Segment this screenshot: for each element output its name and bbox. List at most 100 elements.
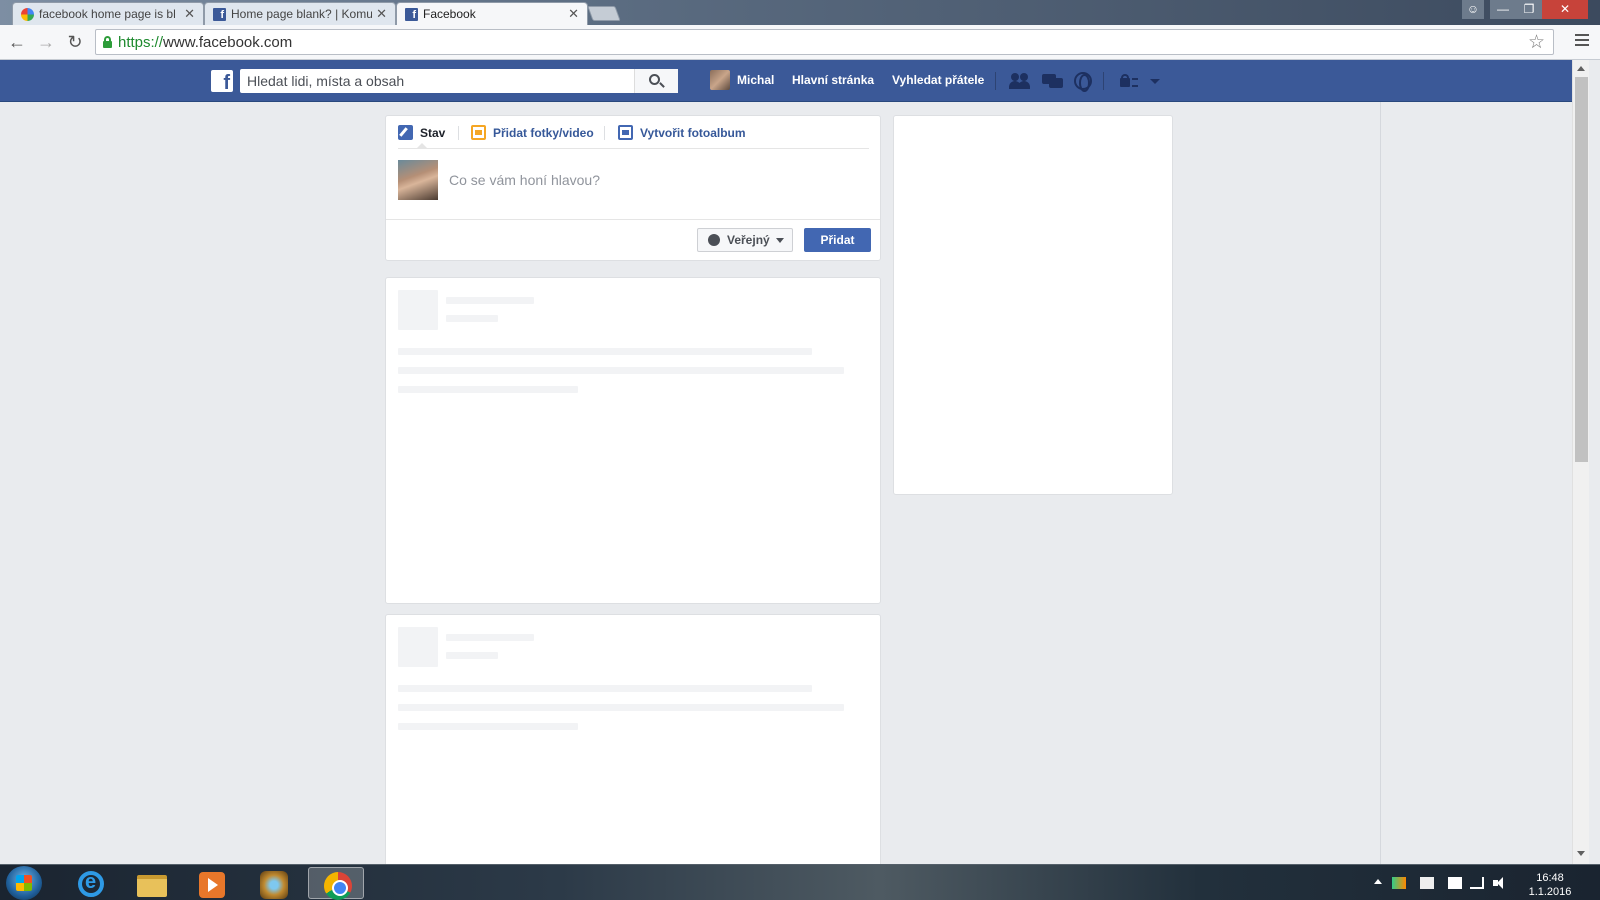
taskbar-hearthstone[interactable] xyxy=(245,867,301,899)
globe-icon xyxy=(708,234,720,246)
tab-komunita[interactable]: f Home page blank? | Komu ✕ xyxy=(204,2,396,25)
clock-time: 16:48 xyxy=(1536,872,1564,884)
tab-album-label: Vytvořit fotoalbum xyxy=(640,125,746,140)
scroll-down-icon[interactable] xyxy=(1577,851,1585,856)
composer-avatar xyxy=(398,160,438,200)
photo-icon xyxy=(471,125,486,140)
profile-link[interactable]: Michal xyxy=(737,73,774,87)
tab-title: Facebook xyxy=(423,7,476,21)
tab-search-results[interactable]: facebook home page is bl ✕ xyxy=(12,2,204,25)
facebook-favicon-icon: f xyxy=(213,7,226,21)
chevron-down-icon xyxy=(775,237,784,243)
divider xyxy=(1380,102,1381,864)
tab-create-album[interactable]: Vytvořit fotoalbum xyxy=(618,125,746,140)
pencil-icon xyxy=(398,125,413,140)
status-input[interactable]: Co se vám honí hlavou? xyxy=(449,172,600,188)
tab-add-photo-video[interactable]: Přidat fotky/video xyxy=(471,125,594,140)
windows-taskbar: 16:48 1.1.2016 xyxy=(0,864,1600,900)
search-input[interactable] xyxy=(240,69,640,93)
start-button[interactable] xyxy=(6,866,42,900)
forward-arrow-icon[interactable]: → xyxy=(35,31,57,53)
skeleton-line xyxy=(446,652,498,659)
volume-icon[interactable] xyxy=(1493,877,1507,889)
close-tab-icon[interactable]: ✕ xyxy=(568,6,579,22)
facebook-top-bar: f Michal Hlavní stránka Vyhledat přátele xyxy=(0,60,1572,102)
skeleton-line xyxy=(446,634,534,641)
account-menu-caret-icon[interactable] xyxy=(1150,79,1160,84)
network-signal-icon[interactable] xyxy=(1470,877,1484,889)
search-box xyxy=(240,69,678,93)
tray-app-icon[interactable] xyxy=(1392,877,1406,889)
divider xyxy=(604,126,605,140)
taskbar-media-player[interactable] xyxy=(184,867,240,899)
skeleton-line xyxy=(446,297,534,304)
new-tab-button[interactable] xyxy=(587,6,621,21)
tab-photo-label: Přidat fotky/video xyxy=(493,125,594,140)
friends-icon[interactable] xyxy=(1009,72,1031,90)
close-window-icon[interactable]: ✕ xyxy=(1542,0,1588,19)
browser-toolbar: ← → ↻ https://www.facebook.com ☆ xyxy=(0,25,1600,60)
url-text: https://www.facebook.com xyxy=(118,34,293,51)
page-scrollbar[interactable] xyxy=(1572,60,1589,864)
chrome-icon xyxy=(324,872,352,900)
messages-icon[interactable] xyxy=(1042,72,1064,90)
divider xyxy=(398,148,869,149)
user-profile-icon[interactable]: ☺ xyxy=(1462,0,1484,19)
notifications-globe-icon[interactable] xyxy=(1074,72,1092,92)
minimize-icon[interactable]: — xyxy=(1490,0,1516,19)
system-clock[interactable]: 16:48 1.1.2016 xyxy=(1515,871,1585,899)
taskbar-file-explorer[interactable] xyxy=(123,867,179,899)
action-center-flag-icon[interactable] xyxy=(1420,877,1434,889)
secure-lock-icon xyxy=(103,36,112,48)
scrollbar-thumb[interactable] xyxy=(1575,77,1588,462)
scroll-up-icon[interactable] xyxy=(1577,66,1585,71)
folder-icon xyxy=(137,875,167,897)
internet-explorer-icon xyxy=(78,871,104,897)
reload-icon[interactable]: ↻ xyxy=(64,31,86,53)
divider xyxy=(458,126,459,140)
browser-tab-strip: facebook home page is bl ✕ f Home page b… xyxy=(0,0,1600,25)
divider xyxy=(386,219,880,220)
clock-date: 1.1.2016 xyxy=(1528,886,1572,898)
feed-story-placeholder xyxy=(385,614,881,864)
tab-status-label: Stav xyxy=(420,125,446,140)
address-bar[interactable]: https://www.facebook.com ☆ xyxy=(95,29,1554,55)
skeleton-line xyxy=(446,315,498,322)
home-link[interactable]: Hlavní stránka xyxy=(792,73,874,87)
taskbar-chrome[interactable] xyxy=(308,867,364,900)
search-button[interactable] xyxy=(634,69,678,93)
post-button[interactable]: Přidat xyxy=(804,228,871,252)
news-feed-area: Stav Přidat fotky/video Vytvořit fotoalb… xyxy=(0,102,1572,864)
privacy-lock-icon[interactable] xyxy=(1118,72,1140,90)
bookmark-star-icon[interactable]: ☆ xyxy=(1528,31,1545,54)
browser-menu-icon[interactable] xyxy=(1575,34,1589,48)
windows-update-icon[interactable] xyxy=(1448,877,1462,889)
taskbar-internet-explorer[interactable] xyxy=(62,867,118,899)
album-icon xyxy=(618,125,633,140)
find-friends-link[interactable]: Vyhledat přátele xyxy=(892,73,984,87)
back-arrow-icon[interactable]: ← xyxy=(6,31,28,53)
tab-facebook[interactable]: f Facebook ✕ xyxy=(396,2,588,25)
close-tab-icon[interactable]: ✕ xyxy=(184,6,195,22)
divider xyxy=(1103,72,1104,90)
tab-title: Home page blank? | Komu xyxy=(231,7,373,21)
skeleton-line xyxy=(398,704,844,711)
feed-story-placeholder xyxy=(385,277,881,604)
skeleton-avatar xyxy=(398,290,438,330)
tab-title: facebook home page is bl xyxy=(39,7,176,21)
privacy-selector[interactable]: Veřejný xyxy=(697,228,793,252)
skeleton-line xyxy=(398,348,812,355)
facebook-favicon-icon: f xyxy=(405,7,418,21)
right-column-panel xyxy=(893,115,1173,495)
tab-status[interactable]: Stav xyxy=(398,125,445,140)
restore-icon[interactable]: ❐ xyxy=(1516,0,1542,19)
close-tab-icon[interactable]: ✕ xyxy=(376,6,387,22)
skeleton-line xyxy=(398,386,578,393)
show-hidden-icons-icon[interactable] xyxy=(1374,879,1382,884)
skeleton-line xyxy=(398,685,812,692)
privacy-label: Veřejný xyxy=(727,233,770,247)
facebook-logo-icon[interactable]: f xyxy=(211,70,233,92)
user-avatar[interactable] xyxy=(710,70,730,90)
skeleton-avatar xyxy=(398,627,438,667)
hearthstone-icon xyxy=(260,871,288,899)
